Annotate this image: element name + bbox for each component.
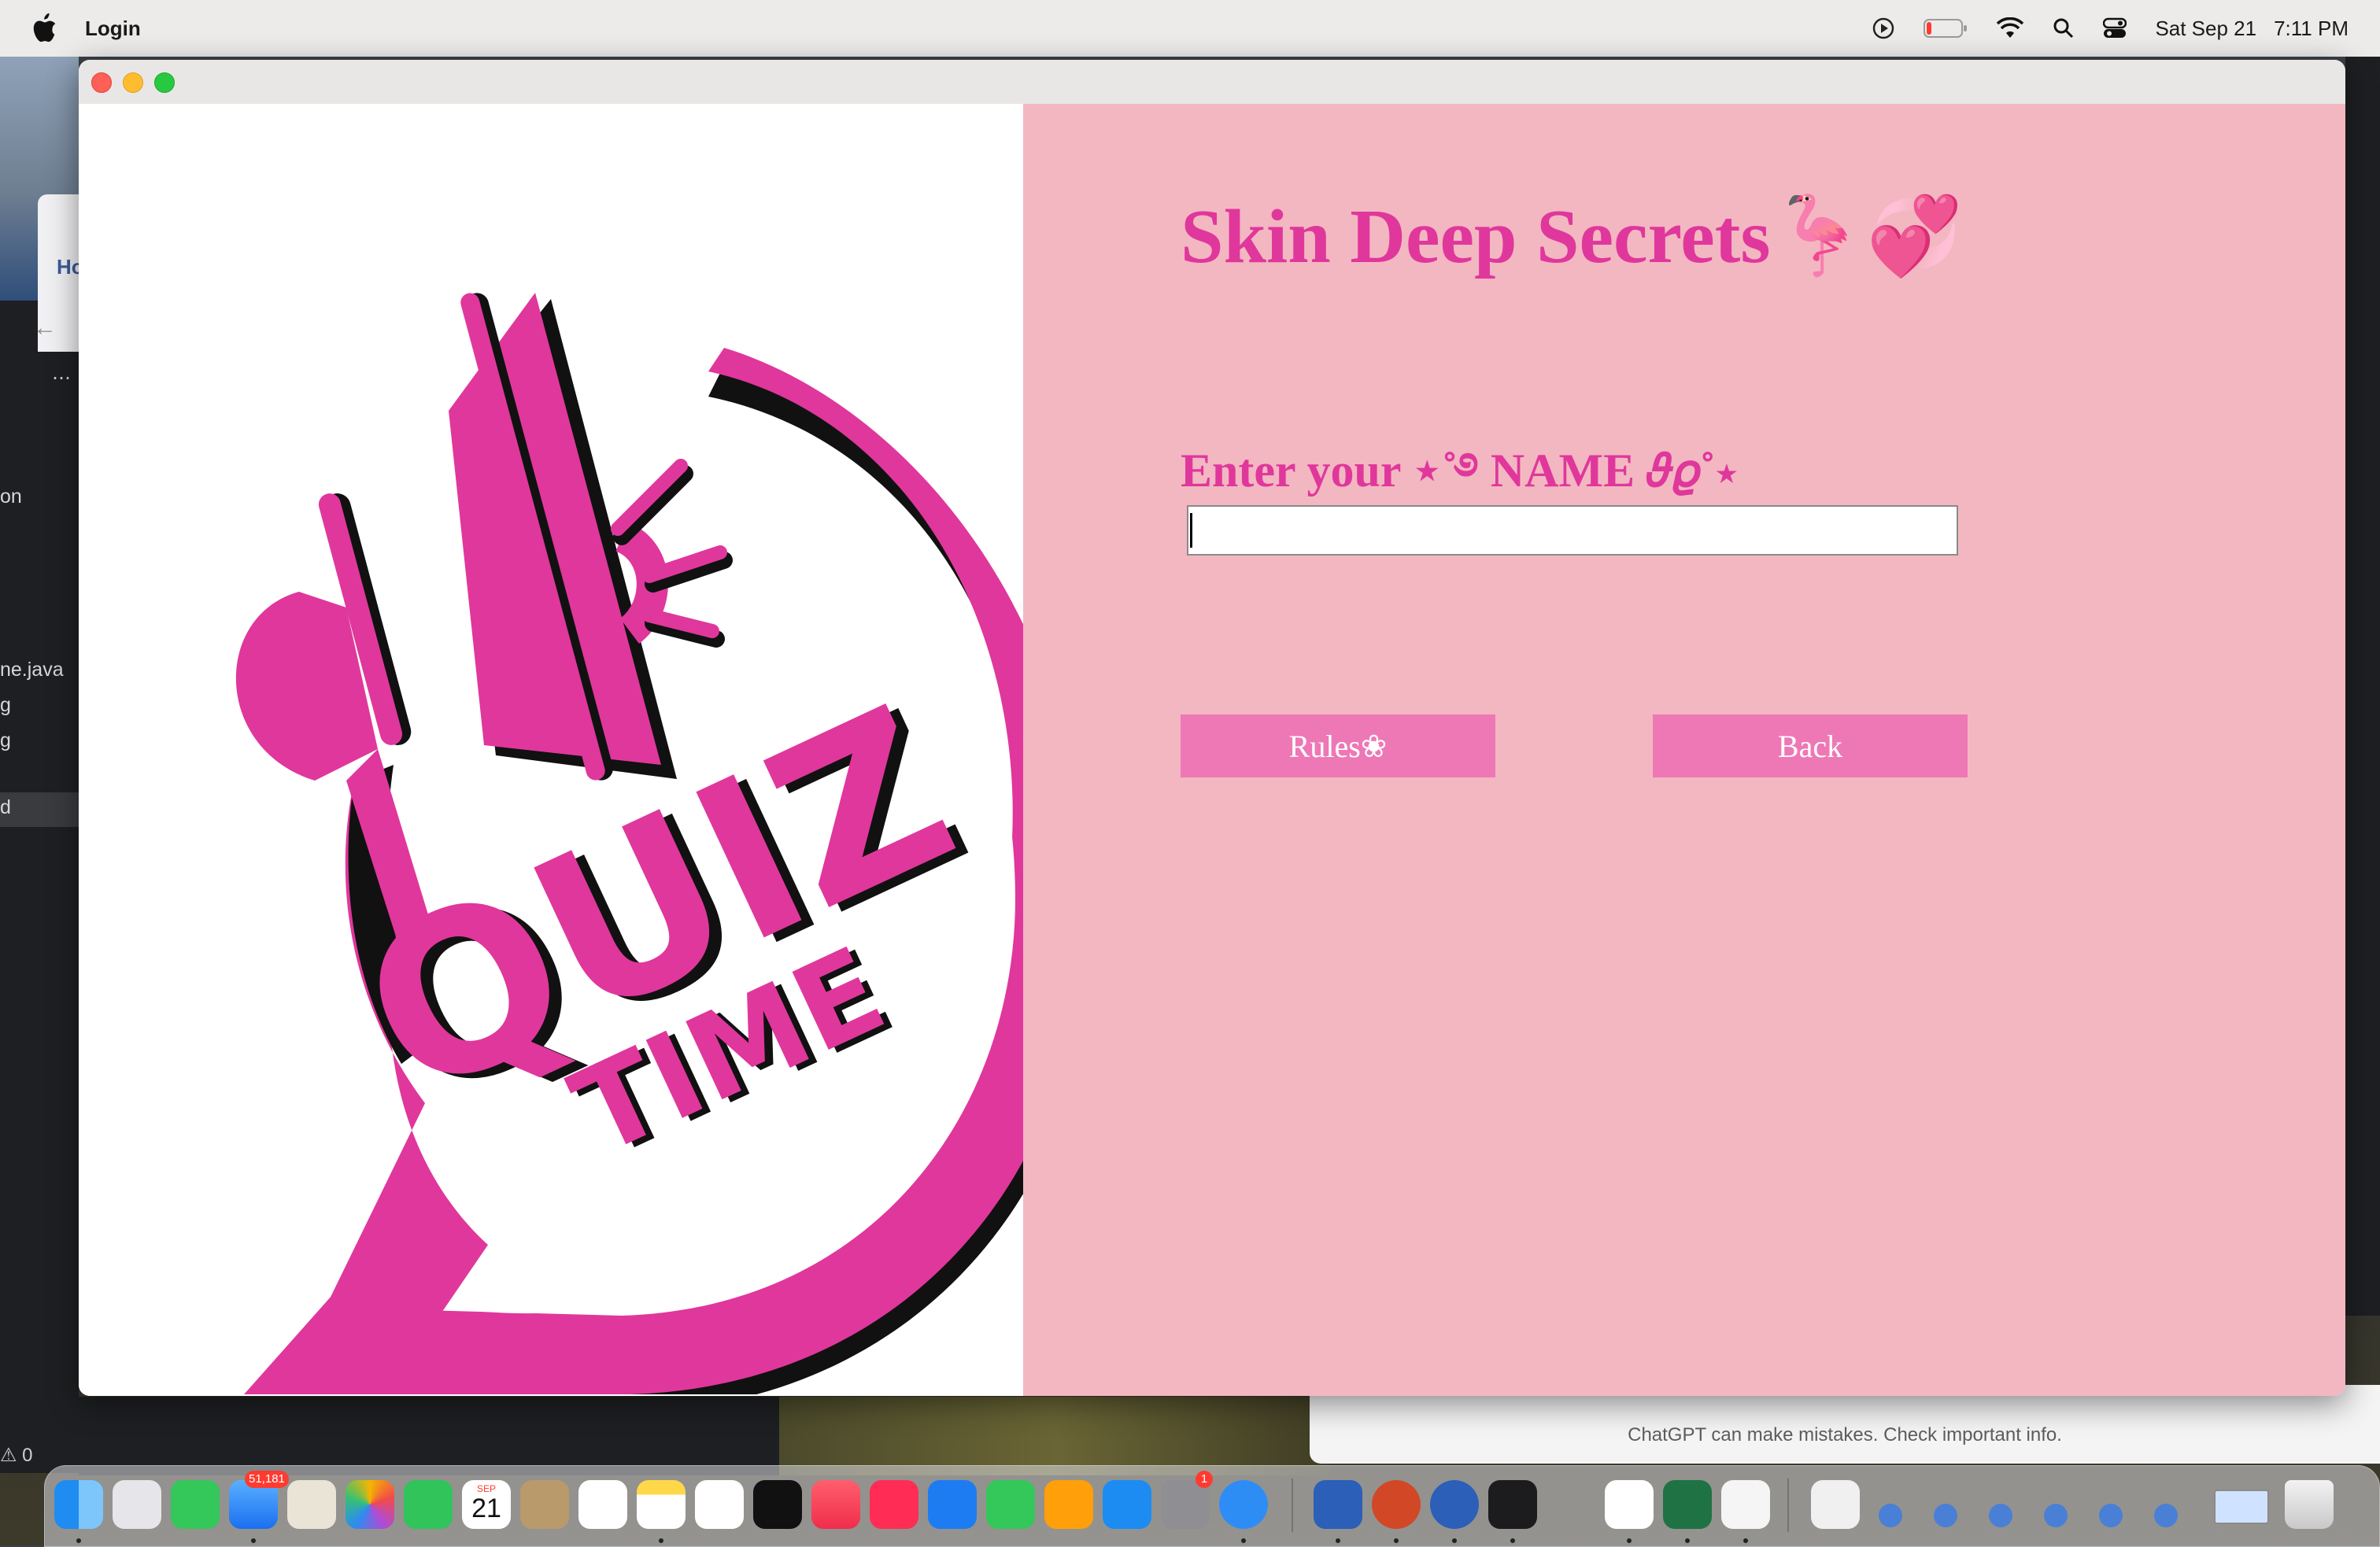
minimize-button[interactable]	[123, 72, 143, 93]
calendar-month: SEP	[476, 1483, 496, 1494]
running-indicator	[1743, 1538, 1748, 1543]
pen-icon[interactable]	[1547, 1480, 1595, 1529]
logo-pane: QUIZ QUIZ TIME TIME	[79, 104, 1062, 1396]
desktop-wallpaper-forest	[779, 1397, 1330, 1475]
numbers-icon[interactable]	[986, 1480, 1035, 1529]
vscode-icon[interactable]	[1605, 1480, 1654, 1529]
ide-item: ne.java	[0, 659, 64, 681]
java-icon[interactable]	[1721, 1480, 1770, 1529]
finder-icon[interactable]	[54, 1480, 103, 1529]
running-indicator	[1627, 1538, 1632, 1543]
window-thumbnail[interactable]	[2154, 1504, 2178, 1527]
music-icon[interactable]	[811, 1480, 860, 1529]
document-icon[interactable]	[1811, 1480, 1860, 1529]
settings-badge: 1	[1196, 1471, 1213, 1488]
ide-item: on	[0, 486, 22, 508]
running-indicator	[659, 1538, 663, 1543]
running-indicator	[1452, 1538, 1457, 1543]
excel-icon[interactable]	[1663, 1480, 1712, 1529]
search-icon[interactable]	[2053, 17, 2075, 39]
calendar-icon[interactable]: SEP 21	[462, 1480, 511, 1529]
apple-icon[interactable]	[31, 13, 58, 43]
window-thumbnail[interactable]	[1879, 1504, 1902, 1527]
powerpoint-icon[interactable]	[1372, 1480, 1421, 1529]
chatgpt-disclaimer: ChatGPT can make mistakes. Check importa…	[1628, 1424, 2062, 1445]
trash-icon[interactable]	[2285, 1480, 2334, 1529]
running-indicator	[1394, 1538, 1399, 1543]
tv-icon[interactable]	[753, 1480, 802, 1529]
background-dark-panel	[79, 1397, 787, 1475]
window-thumbnail[interactable]	[2099, 1504, 2123, 1527]
ide-item: g	[0, 729, 11, 751]
window-thumbnail[interactable]	[1934, 1504, 1957, 1527]
name-input[interactable]	[1187, 505, 1958, 556]
keynote-icon[interactable]	[928, 1480, 977, 1529]
notes-icon[interactable]	[637, 1480, 686, 1529]
running-indicator	[1241, 1538, 1246, 1543]
play-status-icon[interactable]	[1872, 17, 1895, 40]
close-button[interactable]	[91, 72, 112, 93]
chatgpt-window: ChatGPT can make mistakes. Check importa…	[1310, 1385, 2380, 1464]
news-icon[interactable]	[870, 1480, 918, 1529]
active-app-name[interactable]: Login	[85, 17, 141, 41]
rules-button[interactable]: Rules❀	[1181, 714, 1495, 777]
app-title: Skin Deep Secrets🦩💞	[1181, 194, 1963, 279]
back-button[interactable]: Back	[1653, 714, 1968, 777]
maps-icon[interactable]	[287, 1480, 336, 1529]
running-indicator	[1685, 1538, 1690, 1543]
more-icon: ⋯	[52, 367, 71, 389]
background-ide-window: Ho ← ⋯ on ne.java g g d ⚠ 0	[0, 57, 84, 1473]
dock: 51,181 SEP 21 1	[44, 1465, 2380, 1547]
running-indicator	[251, 1538, 256, 1543]
mail-badge: 51,181	[245, 1471, 289, 1488]
pages-icon[interactable]	[1044, 1480, 1093, 1529]
back-arrow-icon: ←	[33, 315, 57, 341]
login-form-pane: Skin Deep Secrets🦩💞 Enter your ⋆˚࿔ NAME …	[1023, 104, 2345, 1396]
calendar-day: 21	[471, 1493, 501, 1523]
app-store-icon[interactable]	[1103, 1480, 1151, 1529]
dock-separator	[1292, 1479, 1293, 1532]
window-thumbnail[interactable]	[2044, 1504, 2068, 1527]
clock[interactable]: Sat Sep 21 7:11 PM	[2155, 17, 2349, 41]
photos-icon[interactable]	[346, 1480, 394, 1529]
control-center-icon[interactable]	[2103, 17, 2127, 39]
ide-item: g	[0, 694, 11, 716]
wifi-icon[interactable]	[1996, 17, 2024, 39]
battery-icon[interactable]	[1924, 18, 1968, 39]
messages-icon[interactable]	[171, 1480, 220, 1529]
ide-status-text: ⚠ 0	[0, 1445, 33, 1466]
background-window-edge	[2345, 57, 2380, 1316]
launchpad-icon[interactable]	[113, 1480, 161, 1529]
date-text: Sat Sep 21	[2155, 16, 2257, 40]
ide-item: d	[0, 796, 11, 818]
freeform-icon[interactable]	[695, 1480, 744, 1529]
reminders-icon[interactable]	[578, 1480, 627, 1529]
time-text: 7:11 PM	[2274, 16, 2349, 40]
ide-selected-row	[0, 792, 79, 827]
window-thumbnail[interactable]	[2214, 1490, 2269, 1524]
login-window: QUIZ QUIZ TIME TIME Skin Deep Secrets🦩💞 …	[79, 60, 2345, 1396]
window-titlebar[interactable]	[79, 60, 2345, 105]
dock-separator	[1787, 1479, 1789, 1532]
word-icon[interactable]	[1314, 1480, 1362, 1529]
chatgpt-icon[interactable]	[1430, 1480, 1479, 1529]
running-indicator	[1336, 1538, 1340, 1543]
running-indicator	[76, 1538, 81, 1543]
zoom-button[interactable]	[154, 72, 175, 93]
text-cursor	[1190, 513, 1192, 548]
window-thumbnail[interactable]	[1989, 1504, 2012, 1527]
quiz-time-logo: QUIZ QUIZ TIME TIME	[235, 293, 1062, 1394]
facetime-icon[interactable]	[404, 1480, 453, 1529]
contacts-icon[interactable]	[520, 1480, 569, 1529]
menu-bar: Login Sat Sep 21 7:11 PM	[0, 0, 2380, 57]
terminal-icon[interactable]	[1488, 1480, 1537, 1529]
running-indicator	[1510, 1538, 1515, 1543]
safari-icon[interactable]	[1219, 1480, 1268, 1529]
